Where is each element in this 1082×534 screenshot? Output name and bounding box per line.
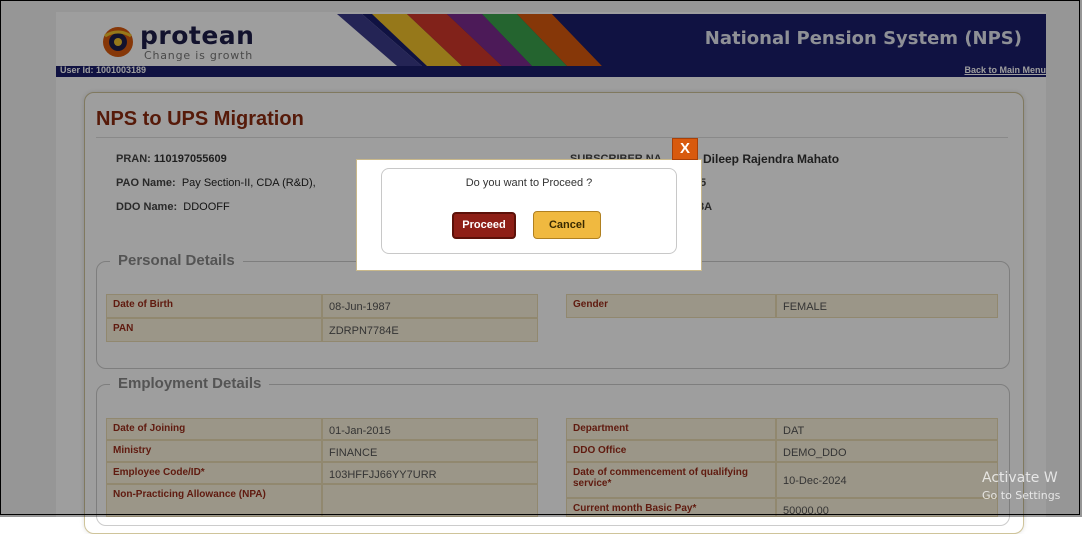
confirm-dialog: Do you want to Proceed ? Proceed Cancel (356, 159, 702, 271)
confirm-dialog-body: Do you want to Proceed ? Proceed Cancel (381, 168, 677, 254)
confirm-message: Do you want to Proceed ? (465, 177, 593, 189)
cancel-button[interactable]: Cancel (533, 211, 601, 239)
watermark-line1: Activate W (982, 470, 1058, 486)
close-icon[interactable]: X (672, 138, 698, 160)
proceed-button[interactable]: Proceed (452, 212, 516, 239)
watermark-line2: Go to Settings (982, 489, 1061, 502)
activate-windows-watermark: Activate W Go to Settings (982, 470, 1060, 502)
